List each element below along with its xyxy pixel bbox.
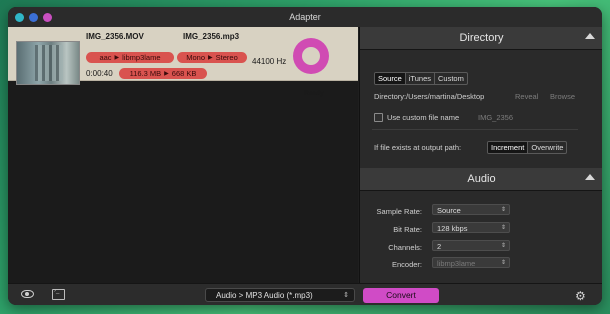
channels-pill: Mono ▶ Stereo	[177, 52, 247, 63]
chevron-updown-icon: ⇕	[500, 260, 506, 266]
custom-name-label: Use custom file name	[387, 113, 460, 122]
duration-label: 0:00:40	[86, 69, 113, 78]
job-row[interactable]: IMG_2356.MOV IMG_2356.mp3 aac ▶ libmp3la…	[8, 27, 358, 97]
custom-name-checkbox[interactable]	[374, 113, 383, 122]
bit-rate-value: 128 kbps	[437, 224, 468, 233]
channels-select[interactable]: 2 ⇕	[432, 240, 510, 251]
channels-from: Mono	[186, 53, 206, 62]
exists-label: If file exists at output path:	[374, 143, 462, 152]
convert-button[interactable]: Convert	[363, 288, 439, 303]
app-window: Adapter IMG_2356.MOV IMG_2356.mp3 aac ▶ …	[8, 7, 602, 305]
sample-rate-select[interactable]: Source ⇕	[432, 204, 510, 215]
directory-label: Directory:	[374, 92, 407, 101]
tab-custom[interactable]: Custom	[435, 73, 467, 84]
option-increment[interactable]: Increment	[488, 142, 529, 153]
channels-to: Stereo	[215, 53, 238, 62]
gear-icon[interactable]: ⚙	[575, 289, 586, 303]
bit-rate-select[interactable]: 128 kbps ⇕	[432, 222, 510, 233]
bottom-toolbar: Audio > MP3 Audio (*.mp3) ⇕ Convert ⚙	[8, 283, 602, 305]
directory-source-tabs: Source iTunes Custom	[374, 72, 468, 85]
reveal-button[interactable]: Reveal	[515, 92, 538, 101]
divider	[372, 129, 578, 130]
audio-section-header[interactable]: Audio	[360, 168, 602, 191]
tab-source[interactable]: Source	[375, 73, 406, 84]
status-label: Ready	[304, 90, 324, 97]
custom-name-field[interactable]: IMG_2356	[478, 113, 513, 122]
size-to: 668 KB	[171, 69, 197, 78]
encoder-select[interactable]: libmp3lame ⇕	[432, 257, 510, 268]
output-format-select[interactable]: Audio > MP3 Audio (*.mp3) ⇕	[205, 288, 355, 302]
input-filename: IMG_2356.MOV	[86, 32, 144, 41]
bit-rate-label: Bit Rate:	[393, 225, 422, 234]
chevron-up-icon[interactable]	[585, 174, 595, 180]
encoder-label: Encoder:	[391, 260, 422, 269]
directory-path: /Users/martina/Desktop	[406, 92, 485, 101]
chevron-updown-icon: ⇕	[500, 225, 506, 231]
arrow-right-icon: ▶	[164, 71, 169, 77]
size-from: 116.3 MB	[129, 69, 162, 78]
directory-section-title: Directory	[459, 32, 504, 44]
video-thumbnail	[16, 41, 80, 85]
chevron-updown-icon: ⇕	[500, 207, 506, 213]
directory-section-header[interactable]: Directory	[360, 27, 602, 50]
chevron-updown-icon: ⇕	[500, 243, 506, 249]
sample-rate-value: Source	[437, 206, 461, 215]
channels-value: 2	[437, 242, 442, 251]
option-overwrite[interactable]: Overwrite	[528, 142, 566, 153]
channels-label: Channels:	[388, 243, 422, 252]
tab-itunes[interactable]: iTunes	[406, 73, 435, 84]
terminal-icon[interactable]	[52, 288, 65, 300]
output-format-value: Audio > MP3 Audio (*.mp3)	[216, 291, 313, 300]
size-pill: 116.3 MB ▶ 668 KB	[119, 68, 207, 79]
audio-section-title: Audio	[467, 173, 496, 185]
arrow-right-icon: ▶	[208, 55, 213, 61]
codec-to: libmp3lame	[122, 53, 161, 62]
sample-rate-label: Sample Rate:	[376, 207, 422, 216]
job-list: IMG_2356.MOV IMG_2356.mp3 aac ▶ libmp3la…	[8, 27, 358, 283]
eye-icon[interactable]	[21, 290, 34, 298]
arrow-right-icon: ▶	[114, 55, 120, 61]
chevron-updown-icon: ⇕	[343, 292, 349, 299]
encoder-value: libmp3lame	[437, 259, 476, 268]
frequency-label: 44100 Hz	[252, 57, 287, 66]
settings-panel: Directory Source iTunes Custom Directory…	[359, 27, 602, 283]
window-title: Adapter	[289, 12, 321, 22]
exists-options: Increment Overwrite	[487, 141, 568, 154]
chevron-up-icon[interactable]	[585, 33, 595, 39]
codec-from: aac	[99, 53, 112, 62]
codec-pill: aac ▶ libmp3lame	[86, 52, 174, 63]
progress-ring	[293, 38, 329, 74]
browse-button[interactable]: Browse	[550, 92, 575, 101]
output-filename: IMG_2356.mp3	[183, 32, 240, 41]
title-bar: Adapter	[8, 7, 602, 28]
